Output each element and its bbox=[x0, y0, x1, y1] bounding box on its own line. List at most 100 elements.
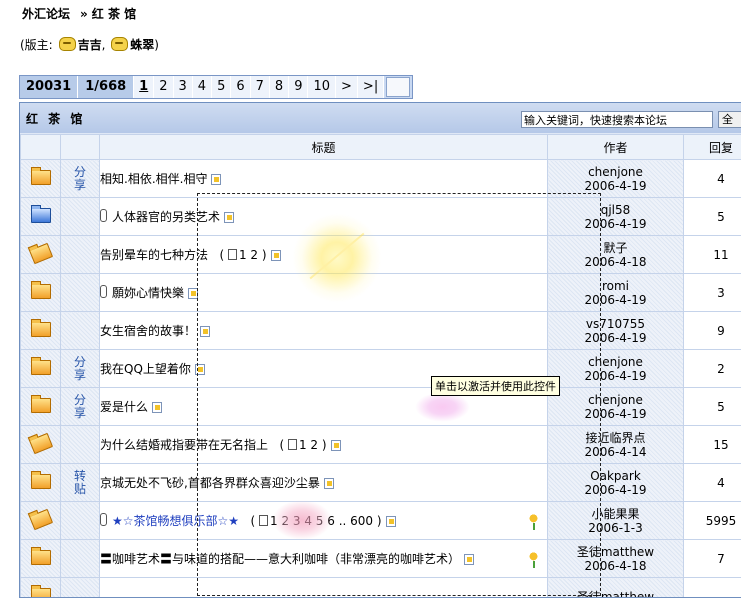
folder-icon bbox=[31, 398, 51, 413]
title-column-header: 标题 bbox=[100, 135, 548, 160]
moderator-name[interactable]: 蛛翠 bbox=[130, 38, 154, 52]
pagination: 20031 1/668 1 2 3 4 5 6 7 8 9 10 > >| bbox=[19, 75, 413, 99]
thread-author-cell: chenjone2006-4-19 bbox=[548, 350, 684, 388]
thread-author-cell: chenjone2006-4-19 bbox=[548, 160, 684, 198]
attachment-icon bbox=[100, 285, 107, 298]
author-name-link[interactable]: romi bbox=[548, 279, 683, 293]
thread-title-link[interactable]: 我在QQ上望着你 bbox=[100, 362, 191, 376]
author-name-link[interactable]: 接近临界点 bbox=[548, 431, 683, 445]
board-header: 红 茶 馆 输入关键词，快速搜索本论坛 全 bbox=[20, 103, 741, 133]
thread-status-cell bbox=[21, 236, 61, 274]
table-row[interactable]: 女生宿舍的故事！vs7107552006-4-199 bbox=[21, 312, 741, 350]
moderator-line: (版主: 吉吉, 蛛翠) bbox=[20, 36, 159, 53]
table-row[interactable]: 为什么结婚戒指要带在无名指上 ( 1 2 )接近临界点2006-4-1415 bbox=[21, 426, 741, 464]
table-row[interactable]: 转贴京城无处不飞砂,首都各界群众喜迎沙尘暴 Oakpark2006-4-194 bbox=[21, 464, 741, 502]
folder-icon bbox=[28, 242, 52, 263]
folder-icon bbox=[31, 550, 51, 565]
table-row[interactable]: 分享爱是什么chenjone2006-4-195 bbox=[21, 388, 741, 426]
thread-title-link[interactable]: 告别晕车的七种方法 bbox=[100, 248, 208, 262]
table-row[interactable]: 圣徒matthew bbox=[21, 578, 741, 598]
table-header-row: 标题 作者 回复 bbox=[21, 135, 741, 160]
moderator-suffix: ) bbox=[154, 38, 159, 52]
sparkle-decoration bbox=[415, 392, 470, 422]
thread-author-cell: chenjone2006-4-19 bbox=[548, 388, 684, 426]
post-date: 2006-4-18 bbox=[548, 559, 683, 573]
thread-title-link[interactable]: 女生宿舍的故事！ bbox=[100, 324, 196, 338]
reply-count: 2 bbox=[684, 350, 741, 388]
search-input[interactable]: 输入关键词，快速搜索本论坛 bbox=[521, 111, 713, 128]
author-name-link[interactable]: vs710755 bbox=[548, 317, 683, 331]
author-name-link[interactable]: chenjone bbox=[548, 165, 683, 179]
folder-icon bbox=[28, 432, 52, 453]
page-link[interactable]: 9 bbox=[289, 76, 308, 98]
thread-tag[interactable]: 转贴 bbox=[74, 470, 87, 496]
thread-title-link[interactable]: 相知.相依.相伴.相守 bbox=[100, 172, 207, 186]
thread-author-cell: qjl582006-4-19 bbox=[548, 198, 684, 236]
breadcrumb-board-link[interactable]: 红 茶 馆 bbox=[92, 7, 136, 21]
thread-author-cell: Oakpark2006-4-19 bbox=[548, 464, 684, 502]
page-link[interactable]: 2 bbox=[154, 76, 173, 98]
author-name-link[interactable]: chenjone bbox=[548, 355, 683, 369]
table-row[interactable]: 分享我在QQ上望着你 chenjone2006-4-192 bbox=[21, 350, 741, 388]
new-icon bbox=[200, 326, 210, 337]
author-name-link[interactable]: chenjone bbox=[548, 393, 683, 407]
thread-title-cell: 京城无处不飞砂,首都各界群众喜迎沙尘暴 bbox=[100, 464, 548, 502]
page-link[interactable]: 10 bbox=[308, 76, 336, 98]
moderator-name[interactable]: 吉吉 bbox=[78, 38, 102, 52]
page-jump-input[interactable] bbox=[386, 77, 410, 97]
thread-title-link[interactable]: 为什么结婚戒指要带在无名指上 bbox=[100, 438, 268, 452]
page-link[interactable]: 7 bbox=[251, 76, 270, 98]
thread-tag[interactable]: 分享 bbox=[74, 394, 87, 420]
thread-title-link[interactable]: 願妳心情快樂 bbox=[112, 286, 184, 300]
page-link[interactable]: 3 bbox=[174, 76, 193, 98]
next-page-link[interactable]: > bbox=[336, 76, 358, 98]
page-link[interactable]: 1 bbox=[134, 76, 154, 98]
page-link[interactable]: 5 bbox=[212, 76, 231, 98]
thread-status-cell bbox=[21, 540, 61, 578]
author-name-link[interactable]: 默子 bbox=[548, 241, 683, 255]
icon-column-header bbox=[21, 135, 61, 160]
post-date: 2006-4-19 bbox=[548, 293, 683, 307]
tag-column-header bbox=[61, 135, 100, 160]
thread-status-cell bbox=[21, 502, 61, 540]
page-link[interactable]: 8 bbox=[270, 76, 289, 98]
table-row[interactable]: 〓咖啡艺术〓与味道的搭配——意大利咖啡（非常漂亮的咖啡艺术） 圣徒matthew2… bbox=[21, 540, 741, 578]
reply-count: 15 bbox=[684, 426, 741, 464]
search-button[interactable]: 全 bbox=[718, 111, 741, 128]
thread-author-cell: 圣徒matthew2006-4-18 bbox=[548, 540, 684, 578]
multipage-icon bbox=[288, 439, 297, 450]
table-row[interactable]: ★☆茶馆畅想俱乐部☆★ ( 1 2 3 4 5 6 .. 600 )小能果果20… bbox=[21, 502, 741, 540]
thread-title-cell bbox=[100, 578, 548, 598]
thread-title-link[interactable]: ★☆茶馆畅想俱乐部☆★ bbox=[112, 514, 239, 528]
reply-count: 5995 bbox=[684, 502, 741, 540]
post-date: 2006-4-19 bbox=[548, 217, 683, 231]
thread-page-links[interactable]: 1 2 bbox=[239, 248, 258, 262]
thread-title-link[interactable]: 京城无处不飞砂,首都各界群众喜迎沙尘暴 bbox=[100, 476, 320, 490]
board-title: 红 茶 馆 bbox=[26, 110, 85, 127]
thread-tag[interactable]: 分享 bbox=[74, 356, 87, 382]
post-date: 2006-4-19 bbox=[548, 179, 683, 193]
author-name-link[interactable]: 圣徒matthew bbox=[548, 590, 683, 598]
thread-tag[interactable]: 分享 bbox=[74, 166, 87, 192]
thread-page-links[interactable]: 1 2 bbox=[299, 438, 318, 452]
author-name-link[interactable]: qjl58 bbox=[548, 203, 683, 217]
thread-title-cell: 相知.相依.相伴.相守 bbox=[100, 160, 548, 198]
thread-tag-cell: 分享 bbox=[61, 350, 100, 388]
thread-table: 标题 作者 回复 分享相知.相依.相伴.相守chenjone2006-4-194… bbox=[20, 134, 741, 598]
author-name-link[interactable]: 圣徒matthew bbox=[548, 545, 683, 559]
thread-tag-cell bbox=[61, 274, 100, 312]
page-link[interactable]: 4 bbox=[193, 76, 212, 98]
reply-count: 4 bbox=[684, 464, 741, 502]
table-row[interactable]: 分享相知.相依.相伴.相守chenjone2006-4-194 bbox=[21, 160, 741, 198]
thread-title-link[interactable]: 爱是什么 bbox=[100, 400, 148, 414]
author-name-link[interactable]: Oakpark bbox=[548, 469, 683, 483]
last-page-link[interactable]: >| bbox=[358, 76, 384, 98]
new-icon bbox=[188, 288, 198, 299]
page-link[interactable]: 6 bbox=[231, 76, 250, 98]
author-name-link[interactable]: 小能果果 bbox=[548, 507, 683, 521]
thread-title-link[interactable]: 人体器官的另类艺术 bbox=[112, 210, 220, 224]
total-thread-count: 20031 bbox=[20, 76, 78, 98]
thread-status-cell bbox=[21, 160, 61, 198]
thread-title-link[interactable]: 〓咖啡艺术〓与味道的搭配——意大利咖啡（非常漂亮的咖啡艺术） bbox=[100, 552, 460, 566]
breadcrumb-forum-link[interactable]: 外汇论坛 bbox=[22, 7, 70, 21]
